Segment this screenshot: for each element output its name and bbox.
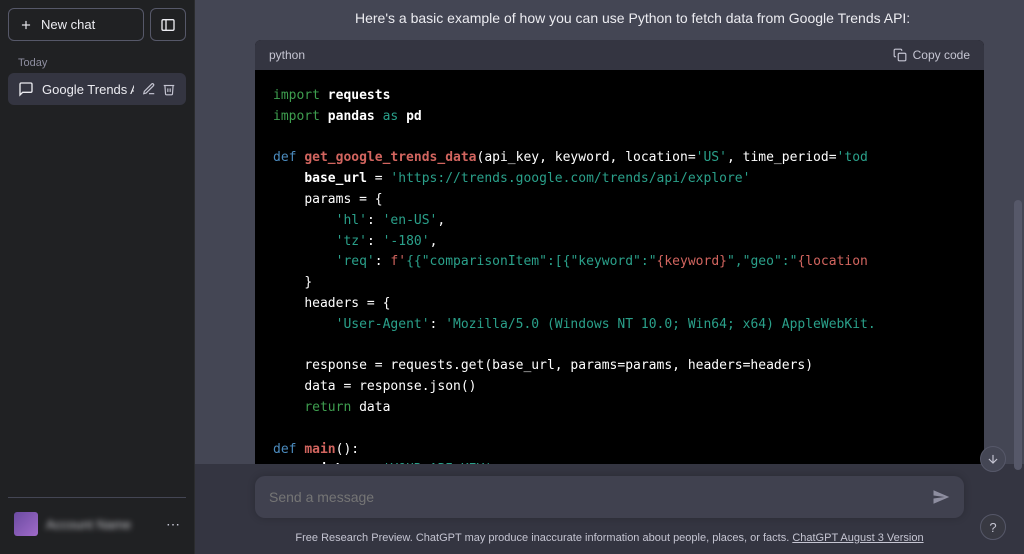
sidebar-top: New chat <box>8 8 186 41</box>
sidebar-item-chat[interactable]: Google Trends API Gui <box>8 73 186 105</box>
edit-icon[interactable] <box>142 82 156 96</box>
new-chat-button[interactable]: New chat <box>8 8 144 41</box>
scroll-to-bottom-button[interactable] <box>980 446 1006 472</box>
copy-label: Copy code <box>913 48 970 62</box>
code-body: import requests import pandas as pd def … <box>255 70 984 464</box>
copy-code-button[interactable]: Copy code <box>893 48 970 62</box>
input-area <box>195 464 1024 524</box>
main: Here's a basic example of how you can us… <box>195 0 1024 554</box>
scrollbar[interactable] <box>1014 200 1022 470</box>
sidebar-divider <box>8 497 186 498</box>
assistant-intro-text: Here's a basic example of how you can us… <box>255 0 984 26</box>
user-name: Account Name <box>46 517 158 532</box>
clipboard-icon <box>893 48 907 62</box>
chat-item-title: Google Trends API Gui <box>42 82 134 97</box>
plus-icon <box>19 18 33 32</box>
section-label: Today <box>8 49 186 73</box>
trash-icon[interactable] <box>162 82 176 96</box>
message-input[interactable] <box>269 489 932 505</box>
send-icon <box>932 488 950 506</box>
sidebar: New chat Today Google Trends API Gui Acc… <box>0 0 195 554</box>
arrow-down-icon <box>986 452 1000 466</box>
user-row[interactable]: Account Name ⋯ <box>8 502 186 546</box>
content-area[interactable]: Here's a basic example of how you can us… <box>195 0 1024 464</box>
code-language-label: python <box>269 48 305 62</box>
help-button[interactable]: ? <box>980 514 1006 540</box>
question-icon: ? <box>989 520 996 535</box>
user-menu-button[interactable]: ⋯ <box>166 516 180 533</box>
message-input-row[interactable] <box>255 476 964 518</box>
code-header: python Copy code <box>255 40 984 70</box>
new-chat-label: New chat <box>41 17 95 32</box>
chat-item-actions <box>142 82 176 96</box>
footer-version-link[interactable]: ChatGPT August 3 Version <box>792 532 923 544</box>
panel-icon <box>160 17 176 33</box>
send-button[interactable] <box>932 488 950 506</box>
chat-icon <box>18 81 34 97</box>
code-block: python Copy code import requests import … <box>255 40 984 464</box>
avatar <box>14 512 38 536</box>
collapse-sidebar-button[interactable] <box>150 8 186 41</box>
footer-note: Free Research Preview. ChatGPT may produ… <box>195 524 1024 554</box>
